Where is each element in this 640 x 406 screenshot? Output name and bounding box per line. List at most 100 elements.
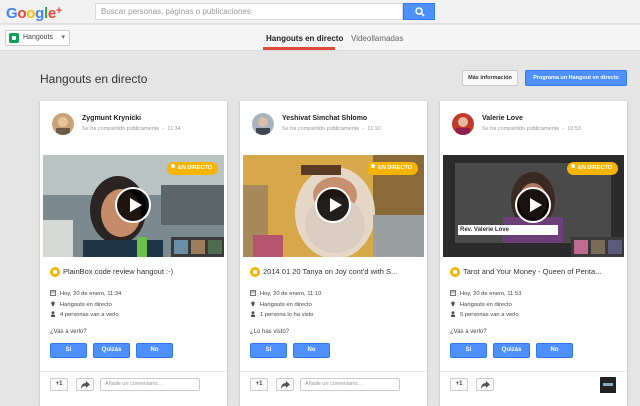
page-title: Hangouts en directo [40,72,148,86]
live-badge: EN DIRECTO [167,162,218,175]
rsvp-maybe-button[interactable]: Quizás [93,343,130,358]
logo-letter: + [55,5,63,17]
tab-hangouts-en-directo[interactable]: Hangouts en directo [266,34,343,44]
live-label: EN DIRECTO [578,165,612,171]
hangout-card: Valerie Love Se ha compartido públicamen… [440,101,627,406]
divider [240,371,427,372]
tab-videollamadas[interactable]: Videollamadas [351,34,403,44]
rsvp-yes-button[interactable]: Sí [50,343,87,358]
location-icon [51,301,55,307]
video-thumbnail[interactable]: EN DIRECTO [43,155,224,257]
event-status: Hangouts en directo [250,301,312,309]
comment-input[interactable]: Añade un comentario... [100,378,200,391]
logo-letter: o [17,5,27,22]
event-date: Hoy, 20 de enero, 11:10 [250,290,321,298]
avatar[interactable] [452,113,474,135]
hangout-on-air-icon [50,267,60,277]
hangout-on-air-icon [450,267,460,277]
google-plus-logo[interactable]: Google+ [6,3,62,22]
video-thumbnail[interactable]: EN DIRECTO [243,155,424,257]
video-thumbnail-small[interactable] [600,377,616,393]
share-visibility: Se ha compartido públicamente [482,126,560,132]
video-caption: Rev. Valerie Love [460,227,509,233]
attendee-count: 4 personas van a verlo [50,311,119,319]
event-date: Hoy, 20 de enero, 11:34 [50,290,121,298]
plus-one-button[interactable]: +1 [450,378,468,391]
rsvp-yes-button[interactable]: Sí [250,343,287,358]
event-status-text: Hangouts en directo [460,302,512,308]
event-title[interactable]: 2014 01 20 Tanya on Joy cont'd with S... [263,267,423,277]
rsvp-question: ¿Vas a verlo? [450,329,487,335]
share-info: Se ha compartido públicamente -10:53 [482,126,581,132]
divider [440,371,627,372]
event-status-text: Hangouts en directo [60,302,112,308]
author-name[interactable]: Zygmunt Krynicki [82,114,141,123]
video-thumbnail[interactable]: Rev. Valerie Love EN DIRECTO [443,155,624,257]
event-date-text: Hoy, 20 de enero, 11:53 [460,291,522,297]
schedule-hangout-button[interactable]: Programa un Hangout en directo [525,70,627,86]
event-date: Hoy, 20 de enero, 11:53 [450,290,521,298]
hangouts-icon [9,33,19,43]
post-time: 10:53 [567,126,581,132]
post-time: 11:34 [167,126,181,132]
share-icon [481,381,490,389]
divider [40,371,227,372]
event-status-text: Hangouts en directo [260,302,312,308]
logo-letter: o [26,5,36,22]
rsvp-maybe-button[interactable]: Quizás [493,343,530,358]
calendar-icon [250,290,256,296]
app-selector[interactable]: Hangouts ▾ [5,30,70,46]
event-title[interactable]: Tarot and Your Money - Queen of Penta... [463,267,623,277]
post-time: 11:10 [367,126,381,132]
rsvp-question: ¿Vas a verlo? [50,329,87,335]
logo-letter: G [6,5,18,22]
play-icon[interactable] [515,187,551,223]
search-input[interactable]: Buscar personas, páginas o publicaciones [95,3,403,20]
location-icon [451,301,455,307]
active-tab-indicator [263,47,335,50]
search-button[interactable] [403,3,435,20]
plus-one-button[interactable]: +1 [50,378,68,391]
event-status: Hangouts en directo [50,301,112,309]
play-icon[interactable] [315,187,351,223]
share-button[interactable] [76,378,94,391]
rsvp-yes-button[interactable]: Sí [450,343,487,358]
event-date-text: Hoy, 20 de enero, 11:34 [60,291,122,297]
share-visibility: Se ha compartido públicamente [282,126,360,132]
share-button[interactable] [276,378,294,391]
play-icon[interactable] [115,187,151,223]
event-date-text: Hoy, 20 de enero, 11:10 [260,291,322,297]
rsvp-no-button[interactable]: No [136,343,173,358]
location-icon [251,301,255,307]
rsvp-no-button[interactable]: No [293,343,330,358]
person-icon [50,311,56,317]
comment-input[interactable]: Añade un comentario... [300,378,400,391]
more-info-button[interactable]: Más información [462,70,518,86]
attendee-count: 1 persona lo ha visto [250,311,314,319]
attendee-count-text: 4 personas van a verlo [60,312,119,318]
avatar[interactable] [52,113,74,135]
live-badge: EN DIRECTO [367,162,418,175]
live-dot-icon [571,164,576,168]
author-name[interactable]: Valerie Love [482,114,523,123]
logo-letter: e [47,5,56,22]
rsvp-no-button[interactable]: No [536,343,573,358]
live-label: EN DIRECTO [378,165,412,171]
calendar-icon [450,290,456,296]
app-selector-label: Hangouts [23,34,53,41]
search-icon [415,7,425,17]
share-info: Se ha compartido públicamente -11:10 [282,126,381,132]
person-icon [450,311,456,317]
share-icon [81,381,90,389]
plus-one-button[interactable]: +1 [250,378,268,391]
top-bar: Google+ Buscar personas, páginas o publi… [0,0,640,24]
chevron-down-icon: ▾ [61,34,65,41]
share-icon [281,381,290,389]
calendar-icon [50,290,56,296]
author-name[interactable]: Yeshivat Simchat Shlomo [282,114,367,123]
hangout-on-air-icon [250,267,260,277]
share-button[interactable] [476,378,494,391]
event-title[interactable]: PlainBox code review hangout :-) [63,267,223,277]
live-dot-icon [371,164,376,168]
avatar[interactable] [252,113,274,135]
